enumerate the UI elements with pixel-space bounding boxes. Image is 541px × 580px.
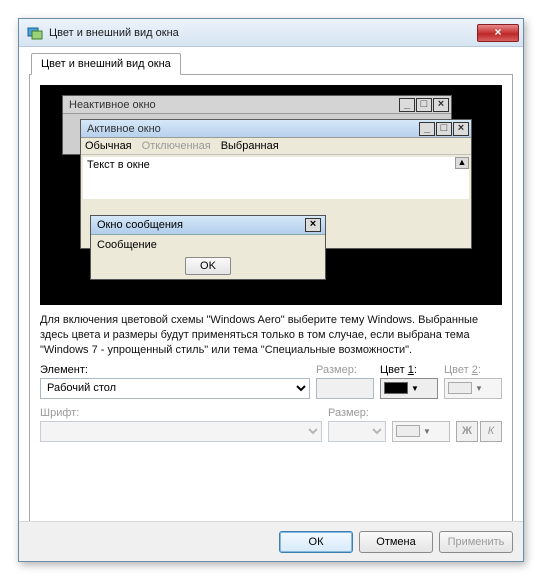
color2-picker: ▼ (444, 378, 502, 399)
font-color-picker: ▼ (392, 421, 450, 442)
preview-menubar: Обычная Отключенная Выбранная (81, 138, 471, 155)
window-title: Цвет и внешний вид окна (49, 27, 477, 39)
color1-label: Цвет 1: (380, 364, 438, 376)
preview-window-controls: _ □ × (418, 122, 469, 136)
description-text: Для включения цветовой схемы "Windows Ae… (40, 313, 502, 358)
ok-button[interactable]: ОК (279, 531, 353, 553)
font-combo (40, 421, 322, 442)
preview-active-title: Активное окно (87, 123, 161, 135)
msg-title: Окно сообщения (97, 219, 183, 231)
preview-inactive-title: Неактивное окно (69, 99, 156, 111)
dialog-footer: ОК Отмена Применить (19, 521, 523, 561)
preview-textarea: Текст в окне ▲ (83, 157, 469, 199)
close-button[interactable]: × (477, 24, 519, 42)
tab-appearance[interactable]: Цвет и внешний вид окна (31, 53, 181, 75)
msg-body: Сообщение (91, 235, 325, 253)
titlebar[interactable]: Цвет и внешний вид окна × (19, 19, 523, 47)
preview-window-controls: _ □ × (398, 98, 449, 112)
close-icon: × (433, 98, 449, 112)
preview-area: Неактивное окно _ □ × Активное окно _ □ (40, 85, 502, 305)
color2-swatch (448, 382, 472, 394)
color1-picker[interactable]: ▼ (380, 378, 438, 399)
size-input (316, 378, 374, 399)
cancel-button[interactable]: Отмена (359, 531, 433, 553)
minimize-icon: _ (419, 122, 435, 136)
color2-label: Цвет 2: (444, 364, 502, 376)
tabpanel: Неактивное окно _ □ × Активное окно _ □ (29, 74, 513, 532)
italic-toggle: К (480, 421, 502, 442)
chevron-down-icon: ▼ (411, 384, 419, 393)
minimize-icon: _ (399, 98, 415, 112)
bold-toggle: Ж (456, 421, 478, 442)
preview-text: Текст в окне (87, 159, 150, 171)
font-size-label: Размер: (328, 407, 386, 419)
font-label: Шрифт: (40, 407, 322, 419)
close-icon: × (453, 122, 469, 136)
dialog-window: Цвет и внешний вид окна × Цвет и внешний… (18, 18, 524, 562)
size-label: Размер: (316, 364, 374, 376)
app-icon (27, 25, 43, 41)
tabstrip: Цвет и внешний вид окна (29, 53, 513, 75)
element-label: Элемент: (40, 364, 310, 376)
close-icon: × (305, 218, 321, 232)
menu-disabled: Отключенная (142, 140, 211, 152)
maximize-icon: □ (416, 98, 432, 112)
preview-messagebox: Окно сообщения × Сообщение OK (90, 215, 326, 280)
preview-msg-controls: × (304, 218, 321, 232)
chevron-down-icon: ▼ (475, 384, 483, 393)
font-size-combo (328, 421, 386, 442)
scrollbar-up-icon: ▲ (455, 157, 469, 169)
apply-button[interactable]: Применить (439, 531, 513, 553)
font-color-swatch (396, 425, 420, 437)
element-combo[interactable]: Рабочий стол (40, 378, 310, 399)
dialog-body: Цвет и внешний вид окна Неактивное окно … (19, 47, 523, 542)
chevron-down-icon: ▼ (423, 427, 431, 436)
msg-ok-button: OK (185, 257, 231, 275)
color1-swatch (384, 382, 408, 394)
menu-normal: Обычная (85, 140, 132, 152)
menu-selected: Выбранная (221, 140, 279, 152)
maximize-icon: □ (436, 122, 452, 136)
msg-button-row: OK (91, 253, 325, 279)
